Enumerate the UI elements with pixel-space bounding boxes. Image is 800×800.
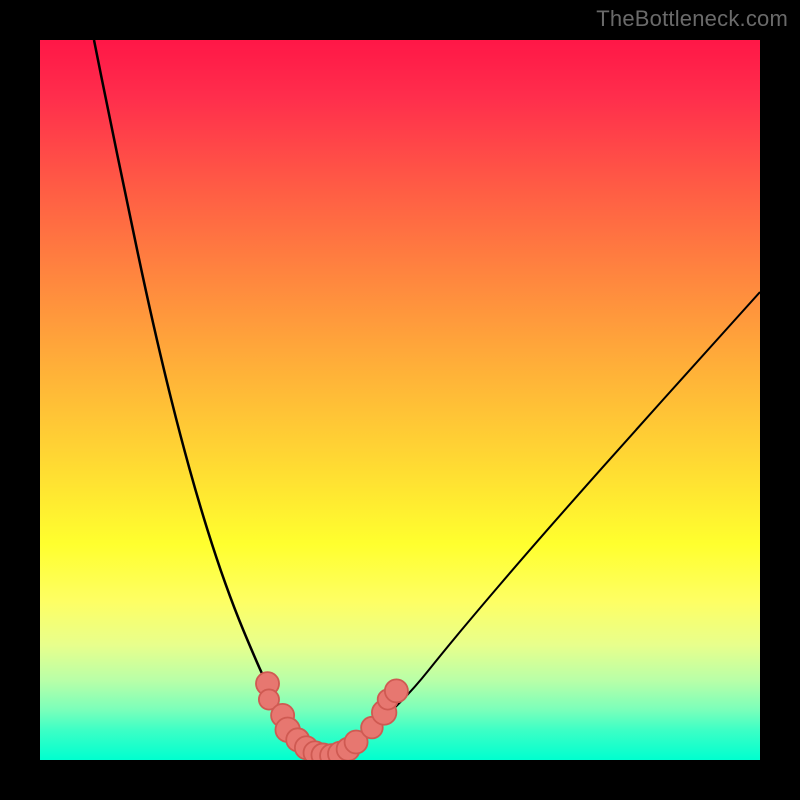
plot-area	[40, 40, 760, 760]
chart-svg	[40, 40, 760, 760]
chart-frame: TheBottleneck.com	[0, 0, 800, 800]
marker-dot	[385, 679, 408, 702]
marker-cluster	[256, 672, 408, 760]
curve-left-branch	[94, 40, 323, 758]
watermark-label: TheBottleneck.com	[596, 6, 788, 32]
